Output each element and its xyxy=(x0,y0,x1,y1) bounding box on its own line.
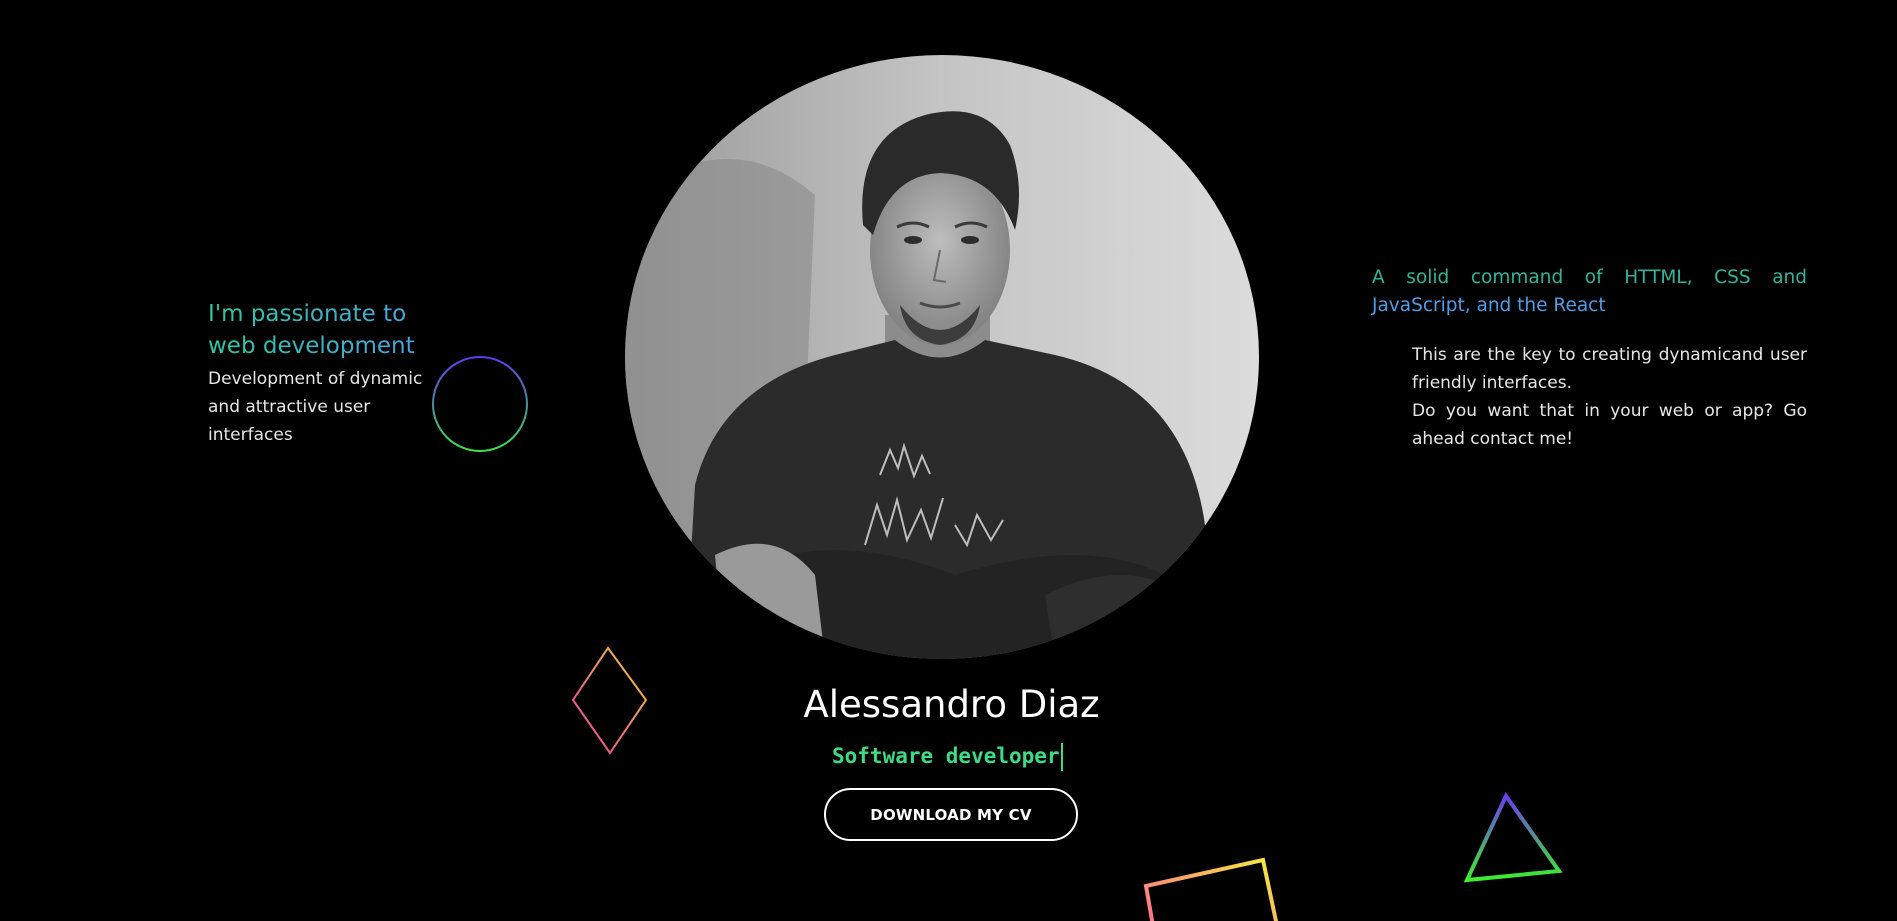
typing-caret xyxy=(1060,743,1063,771)
download-cv-button[interactable]: DOWNLOAD MY CV xyxy=(824,788,1078,841)
intro-title: I'm passionate to web development xyxy=(208,298,453,362)
profile-photo xyxy=(625,55,1259,659)
intro-text: Development of dynamic and attractive us… xyxy=(208,369,423,445)
portrait-image xyxy=(625,55,1259,659)
skills-paragraph-2: Do you want that in your web or app? Go … xyxy=(1412,401,1807,449)
skills-paragraph-1: This are the key to creating dynamicand … xyxy=(1412,345,1807,393)
skills-title: A solid command of HTTML, CSS and JavaSc… xyxy=(1372,264,1807,320)
intro-section: I'm passionate to web development Develo… xyxy=(208,298,453,449)
profile-name: Alessandro Diaz xyxy=(803,683,1100,726)
square-shape-icon xyxy=(1143,857,1279,921)
profile-role: Software developer xyxy=(832,744,1060,768)
skills-title-part1: A solid command of HTTML, CSS and xyxy=(1372,267,1807,288)
skills-description: This are the key to creating dynamicand … xyxy=(1412,341,1807,453)
skills-title-part2: JavaScript, and the React xyxy=(1372,295,1606,316)
triangle-shape-icon xyxy=(1463,792,1563,883)
profile-role-typing: Software developer xyxy=(832,740,1063,772)
